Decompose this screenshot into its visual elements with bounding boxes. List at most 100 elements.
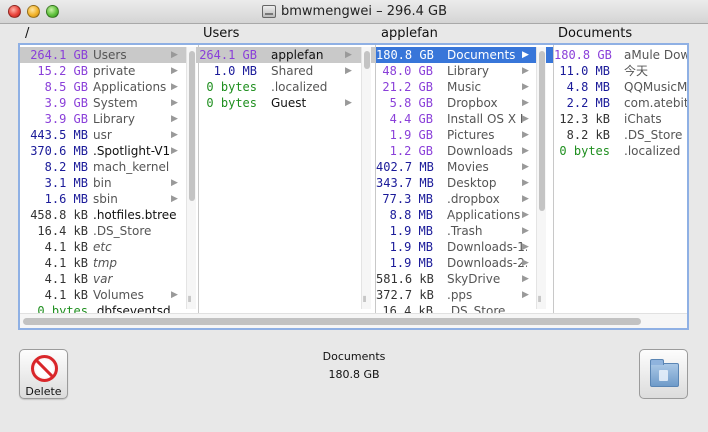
minimize-window-button[interactable] [27,5,40,18]
list-item[interactable]: 343.7 MB Desktop ▶ [376,175,553,191]
list-item[interactable]: 458.8 kB .hotfiles.btree [20,207,198,223]
column-browser[interactable]: 264.1 GB Users ▶ 15.2 GB private ▶ 8.5 GB Appli… [18,43,689,330]
item-name: mach_kernel [93,160,170,174]
list-item[interactable]: 1.9 GB Pictures ▶ [376,127,553,143]
list-item[interactable]: 370.6 MB .Spotlight-V1 ▶ [20,143,198,159]
list-item[interactable]: 1.6 MB sbin ▶ [20,191,198,207]
list-item[interactable]: 8.2 MB mach_kernel [20,159,198,175]
list-item[interactable]: 581.6 kB SkyDrive ▶ [376,271,553,287]
folder-icon [650,359,679,387]
list-item[interactable]: 15.2 GB private ▶ [20,63,198,79]
disclosure-arrow-icon: ▶ [522,226,529,236]
prohibited-icon [31,355,58,382]
disclosure-arrow-icon: ▶ [171,82,178,92]
list-item[interactable]: 48.0 GB Library ▶ [376,63,553,79]
list-item[interactable]: 0 bytes Guest ▶ [199,95,375,111]
item-size: 0 bytes [37,304,88,313]
zoom-window-button[interactable] [46,5,59,18]
list-item[interactable]: 4.8 MB QQMusicM [554,79,687,95]
list-item[interactable]: 372.7 kB .pps ▶ [376,287,553,303]
disclosure-arrow-icon: ▶ [522,82,529,92]
disclosure-arrow-icon: ▶ [171,114,178,124]
list-item[interactable]: 1.9 MB .Trash ▶ [376,223,553,239]
list-item[interactable]: 1.0 MB Shared ▶ [199,63,375,79]
list-item[interactable]: 0 bytes .dbfseventsd [20,303,198,313]
item-name: sbin [93,192,118,206]
list-item[interactable]: 4.4 GB Install OS X I ▶ [376,111,553,127]
vertical-scroll-thumb[interactable] [364,51,370,69]
list-item[interactable]: 16.4 kB .DS_Store [20,223,198,239]
list-item[interactable]: 264.1 GB applefan ▶ [199,47,375,63]
column-documents[interactable]: 180.8 GB aMule Dow 11.0 MB 今天 4.8 MB QQMusicM… [554,45,687,313]
list-item[interactable]: 4.1 kB etc [20,239,198,255]
list-item[interactable]: 1.9 MB Downloads-2.0▶ [376,255,553,271]
list-item[interactable]: 77.3 MB .dropbox ▶ [376,191,553,207]
selected-item-size: 180.8 GB [328,368,380,381]
list-item[interactable]: 2.2 MB com.atebit [554,95,687,111]
list-item[interactable]: 402.7 MB Movies ▶ [376,159,553,175]
item-size: 0 bytes [206,96,257,110]
list-item[interactable]: 443.5 MB usr ▶ [20,127,198,143]
list-item[interactable]: 16.4 kB .DS_Store [376,303,553,313]
item-size: 8.2 MB [44,160,88,174]
item-name: 今天 [624,64,649,78]
list-item[interactable]: 8.8 MB Applications ▶ [376,207,553,223]
list-item[interactable]: 4.1 kB Volumes ▶ [20,287,198,303]
list-item[interactable]: 0 bytes .localized [554,143,687,159]
column-header-applefan: applefan [381,26,438,41]
item-size: 372.7 kB [376,288,434,302]
item-name: .DS_Store [624,128,683,142]
horizontal-scroll-thumb[interactable] [23,318,641,325]
list-item[interactable]: 21.2 GB Music ▶ [376,79,553,95]
column-resize-handle-icon[interactable]: ⦀ [363,295,367,305]
vertical-scroll-thumb[interactable] [189,51,195,201]
column-resize-handle-icon[interactable]: ⦀ [538,295,542,305]
list-item[interactable]: 3.9 GB System ▶ [20,95,198,111]
list-item[interactable]: 4.1 kB var [20,271,198,287]
open-folder-button[interactable] [639,349,688,399]
disclosure-arrow-icon: ▶ [522,130,529,140]
item-size: 458.8 kB [30,208,88,222]
horizontal-scrollbar[interactable] [20,313,687,328]
item-name: Guest [271,96,307,110]
column-resize-handle-icon[interactable]: ⦀ [188,295,192,305]
item-size: 12.3 kB [559,112,610,126]
list-item[interactable]: 1.9 MB Downloads-1.0▶ [376,239,553,255]
list-item[interactable]: 11.0 MB 今天 [554,63,687,79]
list-item[interactable]: 180.8 GB Documents ▶ [376,47,553,63]
item-size: 1.9 GB [389,128,433,142]
vertical-scrollbar[interactable]: ⦀ [361,47,371,309]
item-name: QQMusicM [624,80,687,94]
list-item[interactable]: 180.8 GB aMule Dow [554,47,687,63]
list-item[interactable]: 5.8 GB Dropbox ▶ [376,95,553,111]
item-name: etc [93,240,112,254]
item-size: 4.1 kB [44,288,88,302]
vertical-scrollbar[interactable]: ⦀ [536,47,546,309]
column-applefan[interactable]: 180.8 GB Documents ▶ 48.0 GB Library ▶ 21.2 GB… [376,45,554,313]
close-window-button[interactable] [8,5,21,18]
item-size: 2.2 MB [566,96,610,110]
list-item[interactable]: 1.2 GB Downloads ▶ [376,143,553,159]
vertical-scroll-thumb[interactable] [539,51,545,211]
item-size: 370.6 MB [30,144,88,158]
item-size: 4.1 kB [44,240,88,254]
column-users[interactable]: 264.1 GB applefan ▶ 1.0 MB Shared ▶ 0 bytes .lo… [199,45,376,313]
item-size: 3.1 MB [44,176,88,190]
item-name: var [93,272,113,286]
vertical-scrollbar[interactable]: ⦀ [186,47,196,309]
list-item[interactable]: 264.1 GB Users ▶ [20,47,198,63]
item-size: 16.4 kB [382,304,433,313]
item-name: Library [447,64,489,78]
list-item[interactable]: 8.2 kB .DS_Store [554,127,687,143]
delete-button[interactable]: Delete [19,349,68,399]
list-item[interactable]: 3.1 MB bin ▶ [20,175,198,191]
list-item[interactable]: 12.3 kB iChats [554,111,687,127]
column-root[interactable]: 264.1 GB Users ▶ 15.2 GB private ▶ 8.5 GB Appli… [20,45,199,313]
column-header-root: / [25,26,30,41]
item-size: 4.1 kB [44,272,88,286]
list-item[interactable]: 0 bytes .localized [199,79,375,95]
list-item[interactable]: 3.9 GB Library ▶ [20,111,198,127]
window-title-text: bmwmengwei – 296.4 GB [281,4,448,19]
list-item[interactable]: 8.5 GB Applications ▶ [20,79,198,95]
list-item[interactable]: 4.1 kB tmp [20,255,198,271]
